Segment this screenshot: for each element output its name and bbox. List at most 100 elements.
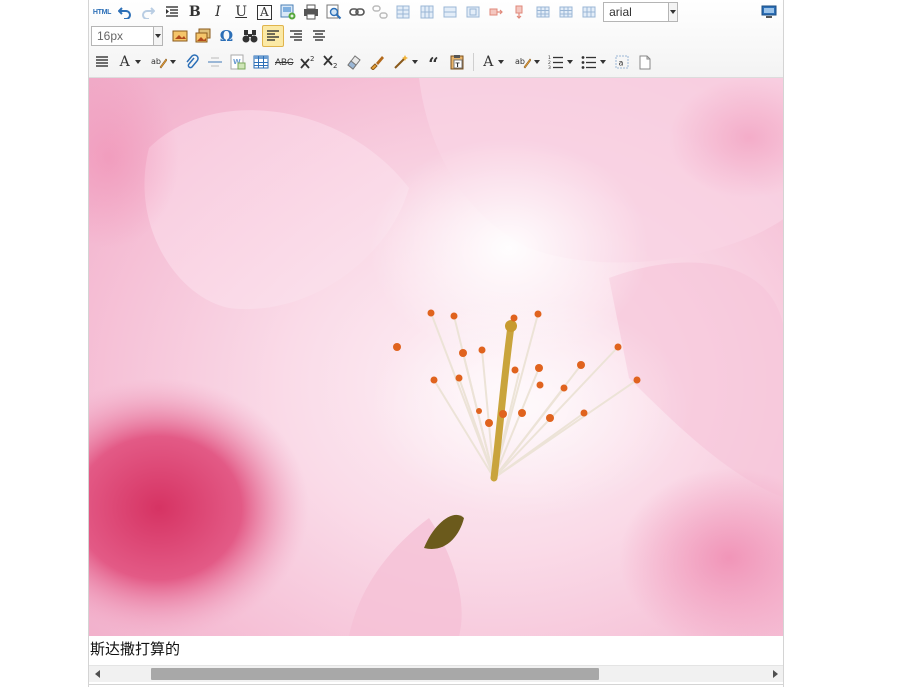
table-row-icon	[396, 5, 410, 19]
underline-button[interactable]: U	[230, 1, 252, 23]
blockquote-button[interactable]: “	[422, 51, 444, 74]
font-family-select[interactable]: arial	[603, 2, 679, 22]
unlink-button[interactable]	[369, 1, 391, 23]
underline-label: U	[235, 4, 248, 20]
anchor-button[interactable]: a	[611, 51, 633, 73]
editor-bottom-border	[89, 684, 783, 685]
horizontal-rule-button[interactable]	[204, 51, 226, 73]
cell-props-button[interactable]	[578, 1, 600, 23]
chevron-down-icon	[599, 60, 606, 64]
remove-format-button[interactable]	[343, 51, 365, 73]
multi-image-button[interactable]	[192, 25, 214, 47]
ordered-list-button[interactable]: 123	[544, 51, 576, 73]
indent-icon	[165, 6, 178, 17]
paintbrush-icon	[370, 56, 385, 70]
toolbar-row-3: A ab W ABC 2 2 “ T A ab 1 2 3 a	[91, 50, 657, 74]
split-cells-button[interactable]	[485, 1, 507, 23]
table-merge-icon	[443, 6, 457, 18]
unordered-list-button[interactable]	[577, 51, 609, 73]
subscript-button[interactable]: 2	[320, 51, 342, 73]
align-center-icon	[313, 30, 326, 41]
font-color-button[interactable]: A	[114, 51, 146, 73]
insert-table-button[interactable]	[250, 51, 272, 73]
align-center-button[interactable]	[308, 25, 330, 47]
insert-col-before-button[interactable]	[416, 1, 438, 23]
binoculars-icon	[242, 30, 258, 43]
word-image-button[interactable]: W	[227, 51, 249, 73]
scroll-left-button[interactable]	[89, 666, 105, 682]
preview-icon	[326, 4, 342, 20]
print-icon	[303, 4, 318, 20]
insert-frame-icon	[280, 4, 295, 20]
html-source-button[interactable]: HTML	[91, 1, 113, 23]
omega-icon: Ω	[219, 27, 234, 45]
font-color-button-2[interactable]: A	[478, 51, 510, 73]
svg-text:3: 3	[548, 65, 551, 69]
toolbar-row-2: 16px Ω	[91, 24, 331, 48]
word-image-icon: W	[230, 54, 246, 70]
insert-row-before-button[interactable]	[392, 1, 414, 23]
paste-text-button[interactable]: T	[446, 51, 468, 73]
merge-down-button[interactable]	[462, 1, 484, 23]
chevron-down-icon	[498, 60, 505, 64]
editor-content-area[interactable]: 斯达撒打算的	[89, 78, 783, 665]
table-props-icon	[559, 6, 573, 18]
align-right-button[interactable]	[285, 25, 307, 47]
horizontal-scrollbar[interactable]	[89, 665, 783, 682]
search-replace-button[interactable]	[239, 25, 261, 47]
justify-button[interactable]	[91, 51, 113, 73]
strikethrough-button[interactable]: ABC	[273, 51, 295, 73]
split-rows-button[interactable]	[508, 1, 530, 23]
paperclip-icon	[185, 54, 199, 69]
fullscreen-button[interactable]	[759, 2, 779, 22]
superscript-icon: 2	[299, 55, 314, 69]
cherry-blossom-photo[interactable]	[89, 78, 783, 636]
chevron-down-icon	[169, 60, 176, 64]
eraser-icon	[347, 55, 361, 70]
split-rows-icon	[515, 5, 523, 19]
rich-text-editor: HTML B I U A arial 16px Ω A ab W ABC 2 2…	[88, 0, 784, 687]
delete-table-button[interactable]	[532, 1, 554, 23]
horizontal-rule-icon	[207, 57, 222, 67]
align-left-button[interactable]	[261, 25, 284, 47]
print-button[interactable]	[300, 1, 322, 23]
special-chars-button[interactable]: Ω	[215, 25, 237, 47]
html-label: HTML	[92, 8, 112, 16]
undo-button[interactable]	[114, 1, 136, 23]
insert-frame-button[interactable]	[277, 1, 299, 23]
highlight-color-button[interactable]: ab	[147, 51, 179, 73]
preview-button[interactable]	[323, 1, 345, 23]
merge-right-button[interactable]	[439, 1, 461, 23]
auto-format-button[interactable]	[389, 51, 421, 73]
page-break-button[interactable]	[634, 51, 656, 73]
svg-text:ab: ab	[151, 57, 161, 66]
toolbar-separator	[472, 53, 474, 71]
indent-button[interactable]	[161, 1, 183, 23]
attachment-button[interactable]	[181, 51, 203, 73]
table-icon	[253, 55, 269, 69]
redo-button[interactable]	[137, 1, 159, 23]
italic-button[interactable]: I	[207, 1, 229, 23]
scroll-right-button[interactable]	[767, 666, 783, 682]
clipboard-icon: T	[450, 55, 464, 70]
font-border-button[interactable]: A	[253, 1, 275, 23]
scrollbar-thumb[interactable]	[151, 668, 599, 680]
font-size-value: 16px	[97, 29, 124, 43]
table-merge-down-icon	[466, 6, 480, 18]
background-color-button[interactable]: ab	[511, 51, 543, 73]
table-grid-icon	[536, 6, 550, 18]
bold-button[interactable]: B	[184, 1, 206, 23]
redo-icon	[142, 7, 156, 19]
superscript-button[interactable]: 2	[297, 51, 319, 73]
highlighter-icon: ab	[151, 57, 167, 69]
link-button[interactable]	[346, 1, 368, 23]
svg-text:ab: ab	[515, 57, 525, 66]
images-icon	[195, 28, 211, 43]
insert-image-button[interactable]	[169, 25, 191, 47]
font-color-label: A	[119, 54, 130, 70]
undo-icon	[118, 7, 132, 19]
font-size-select[interactable]: 16px	[91, 26, 163, 46]
arrow-left-icon	[94, 670, 100, 678]
table-props-button[interactable]	[555, 1, 577, 23]
format-painter-button[interactable]	[366, 51, 388, 73]
